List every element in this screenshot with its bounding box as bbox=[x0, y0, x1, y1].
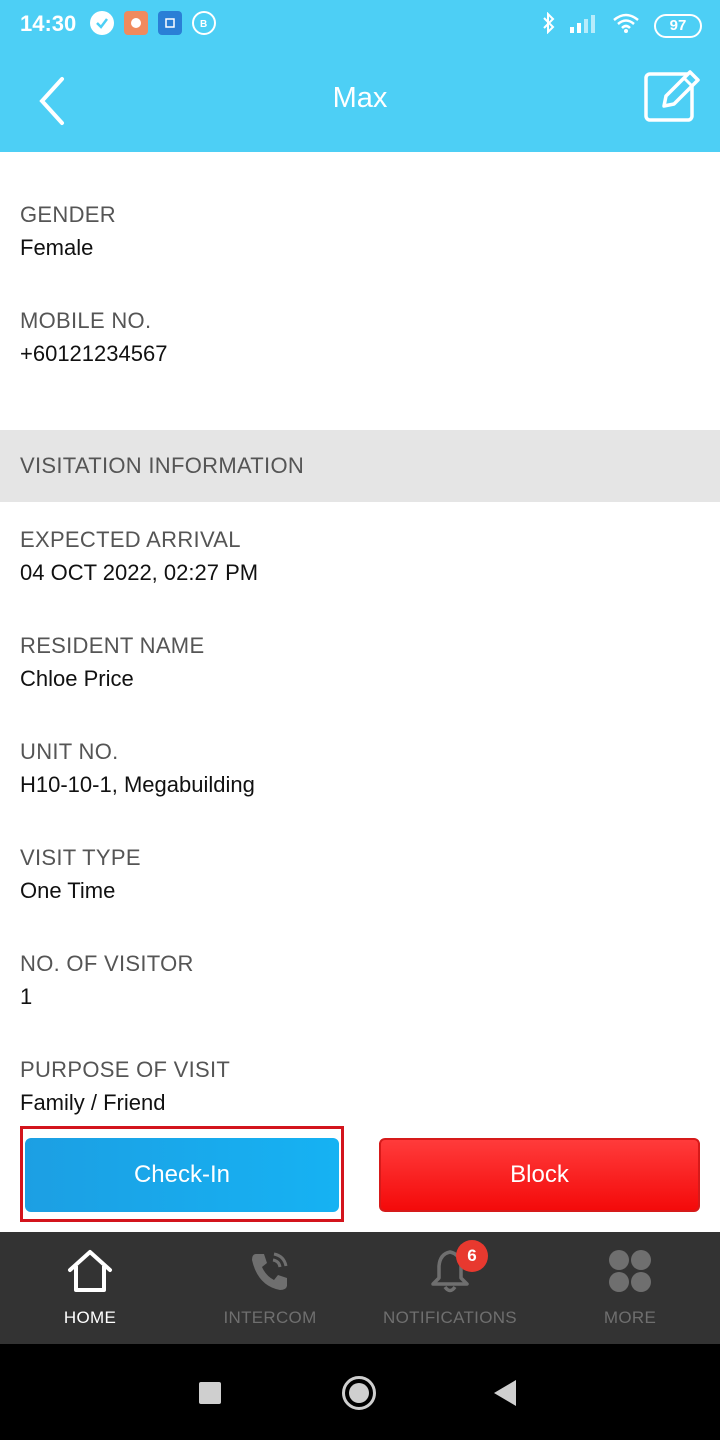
phone-icon bbox=[252, 1252, 288, 1290]
status-notification-icons: B bbox=[90, 11, 216, 35]
grid-dots-icon bbox=[609, 1250, 651, 1292]
resident-name-field: RESIDENT NAME Chloe Price bbox=[20, 633, 204, 692]
field-value: Chloe Price bbox=[20, 666, 134, 691]
nav-label: HOME bbox=[63, 1308, 117, 1327]
no-of-visitor-field: NO. OF VISITOR 1 bbox=[20, 951, 194, 1010]
status-bar: 14:30 B 97 bbox=[0, 0, 720, 50]
home-icon bbox=[68, 1250, 112, 1292]
visitor-detail-content: GENDER Female MOBILE NO. +60121234567 VI… bbox=[0, 152, 720, 1232]
bluetooth-icon bbox=[542, 11, 556, 39]
signal-icon bbox=[570, 13, 598, 38]
field-label: GENDER bbox=[20, 202, 116, 227]
field-value: Family / Friend bbox=[20, 1090, 166, 1115]
field-value: One Time bbox=[20, 878, 116, 903]
unit-no-field: UNIT NO. H10-10-1, Megabuilding bbox=[20, 739, 255, 798]
field-value: +60121234567 bbox=[20, 341, 168, 366]
field-value: 1 bbox=[20, 984, 33, 1009]
gender-field: GENDER Female bbox=[20, 202, 116, 261]
app-notification-icon bbox=[124, 11, 148, 35]
battery-indicator: 97 bbox=[654, 13, 702, 38]
checkin-button[interactable]: Check-In bbox=[25, 1138, 339, 1212]
wifi-icon bbox=[612, 12, 640, 39]
check-circle-icon bbox=[90, 11, 114, 35]
field-label: NO. OF VISITOR bbox=[20, 951, 194, 976]
notification-badge: 6 bbox=[456, 1240, 488, 1272]
system-back-button[interactable] bbox=[494, 1380, 516, 1406]
field-label: PURPOSE OF VISIT bbox=[20, 1057, 231, 1082]
recent-apps-button[interactable] bbox=[199, 1382, 221, 1404]
nav-item-home[interactable]: HOME bbox=[0, 1232, 180, 1344]
edit-button[interactable] bbox=[642, 66, 702, 126]
edit-icon bbox=[644, 70, 700, 122]
field-label: EXPECTED ARRIVAL bbox=[20, 527, 241, 552]
mobile-field: MOBILE NO. +60121234567 bbox=[20, 308, 167, 367]
block-button[interactable]: Block bbox=[379, 1138, 700, 1212]
app-header: Max bbox=[0, 50, 720, 152]
visit-type-field: VISIT TYPE One Time bbox=[20, 845, 141, 904]
bottom-navigation: HOME INTERCOM 6 NOTIFICATIONS MORE bbox=[0, 1232, 720, 1344]
field-label: VISIT TYPE bbox=[20, 845, 141, 870]
system-home-button[interactable] bbox=[342, 1376, 376, 1410]
app-square-icon bbox=[158, 11, 182, 35]
field-label: MOBILE NO. bbox=[20, 308, 152, 333]
field-value: H10-10-1, Megabuilding bbox=[20, 772, 255, 797]
status-time: 14:30 bbox=[20, 11, 77, 36]
purpose-of-visit-field: PURPOSE OF VISIT Family / Friend bbox=[20, 1057, 230, 1116]
field-label: UNIT NO. bbox=[20, 739, 119, 764]
nav-label: INTERCOM bbox=[223, 1308, 317, 1327]
field-value: 04 OCT 2022, 02:27 PM bbox=[20, 560, 259, 585]
status-system-icons: 97 bbox=[542, 11, 702, 39]
page-title: Max bbox=[332, 82, 388, 114]
section-header: VISITATION INFORMATION bbox=[0, 430, 720, 502]
nav-label: MORE bbox=[603, 1308, 657, 1327]
nav-item-intercom[interactable]: INTERCOM bbox=[180, 1232, 360, 1344]
svg-text:B: B bbox=[200, 19, 207, 29]
nav-item-notifications[interactable]: 6 NOTIFICATIONS bbox=[360, 1232, 540, 1344]
nav-label: NOTIFICATIONS bbox=[383, 1308, 517, 1327]
field-value: Female bbox=[20, 235, 94, 260]
nav-item-more[interactable]: MORE bbox=[540, 1232, 720, 1344]
field-label: RESIDENT NAME bbox=[20, 633, 205, 658]
chat-b-icon: B bbox=[192, 11, 216, 35]
expected-arrival-field: EXPECTED ARRIVAL 04 OCT 2022, 02:27 PM bbox=[20, 527, 258, 586]
